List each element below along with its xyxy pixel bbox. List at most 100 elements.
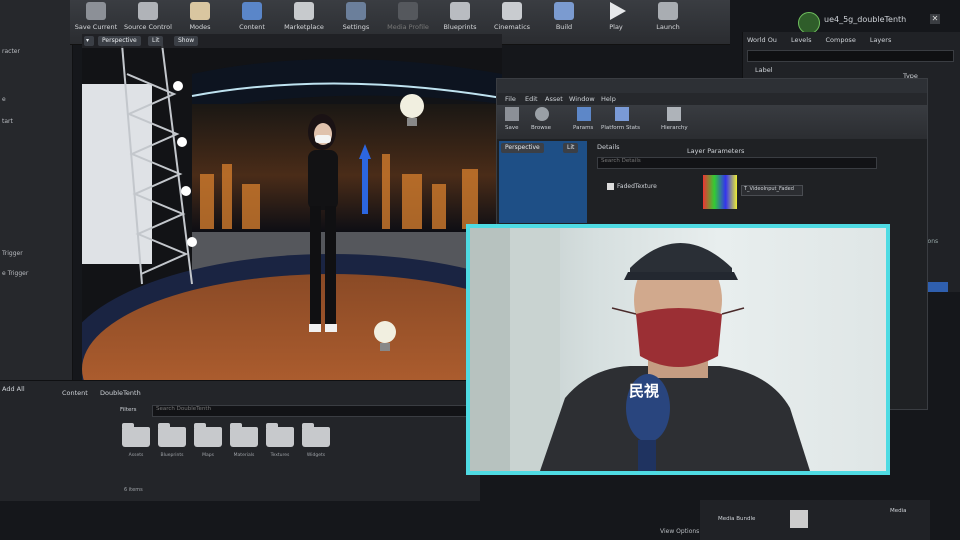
media-profile-button[interactable]: Media Profile xyxy=(382,0,434,31)
mode-item[interactable]: racter xyxy=(2,48,20,55)
marketplace-icon xyxy=(294,2,314,20)
viewport-toolbar: ▾ Perspective Lit Show xyxy=(82,34,502,48)
param-checkbox[interactable] xyxy=(607,183,614,190)
outliner-tabs: World Ou Levels Compose Layers xyxy=(747,36,891,44)
launch-button[interactable]: Launch xyxy=(642,0,694,31)
folder-label: Textures xyxy=(270,453,290,458)
folder-label: Materials xyxy=(233,453,255,458)
source-control-button[interactable]: Source Control xyxy=(122,0,174,31)
blueprints-button[interactable]: Blueprints xyxy=(434,0,486,31)
save-button[interactable]: Save xyxy=(505,125,519,131)
folder-label: Maps xyxy=(202,453,214,458)
cinematics-button[interactable]: Cinematics xyxy=(486,0,538,31)
save-icon[interactable] xyxy=(505,107,519,121)
param-name: FadedTexture xyxy=(617,183,657,190)
close-icon[interactable]: ✕ xyxy=(930,14,940,24)
texture-dropdown[interactable]: T_VideoInput_Faded xyxy=(741,185,803,196)
breadcrumb-doubletenth[interactable]: DoubleTenth xyxy=(100,389,141,397)
outliner-search-input[interactable] xyxy=(747,50,954,62)
marketplace-button[interactable]: Marketplace xyxy=(278,0,330,31)
tab-world-outliner[interactable]: World Ou xyxy=(747,36,777,44)
editor-titlebar xyxy=(497,79,927,93)
folder-icon[interactable] xyxy=(122,423,150,447)
folder-label: Widgets xyxy=(306,453,326,458)
media-profile-icon xyxy=(398,2,418,20)
folder-icon[interactable] xyxy=(230,423,258,447)
tab-composure[interactable]: Compose xyxy=(825,36,855,44)
project-name: ue4_5g_doubleTenth xyxy=(824,15,907,24)
preview-perspective-button[interactable]: Perspective xyxy=(501,143,544,153)
tab-levels[interactable]: Levels xyxy=(791,36,812,44)
view-options-button[interactable]: View Options xyxy=(660,528,699,535)
label-column-header[interactable]: Label xyxy=(755,66,773,74)
level-viewport[interactable]: ▾ Perspective Lit Show xyxy=(82,34,502,392)
platform-stats-button[interactable]: Platform Stats xyxy=(601,125,640,131)
params-button[interactable]: Params xyxy=(573,125,593,131)
media-bundle-label: Media Bundle xyxy=(718,516,756,522)
save-current-button[interactable]: Save Current xyxy=(70,0,122,31)
launch-icon xyxy=(658,2,678,20)
perspective-button[interactable]: Perspective xyxy=(98,36,141,46)
play-icon xyxy=(610,2,626,20)
settings-button[interactable]: Settings xyxy=(330,0,382,31)
mode-item[interactable]: e Trigger xyxy=(2,270,28,277)
folder-icon[interactable] xyxy=(158,423,186,447)
interview-inset: 民視 xyxy=(466,224,890,475)
gear-icon xyxy=(346,2,366,20)
menu-help[interactable]: Help xyxy=(601,95,616,103)
media-bundle-panel: Media Bundle Media xyxy=(700,500,930,540)
menu-window[interactable]: Window xyxy=(569,95,595,103)
browse-button[interactable]: Browse xyxy=(531,125,551,131)
content-search-input[interactable]: Search DoubleTenth xyxy=(152,405,467,417)
browse-icon[interactable] xyxy=(535,107,549,121)
save-icon xyxy=(86,2,106,20)
build-button[interactable]: Build xyxy=(538,0,590,31)
filters-button[interactable]: Filters xyxy=(120,407,137,413)
mode-item[interactable]: tart xyxy=(2,118,13,125)
lit-button[interactable]: Lit xyxy=(148,36,164,46)
editor-menu-bar: File Edit Asset Window Help xyxy=(497,93,927,105)
mode-item[interactable]: Trigger xyxy=(2,250,23,257)
source-control-icon xyxy=(138,2,158,20)
folder-icon[interactable] xyxy=(302,423,330,447)
viewport-menu-icon[interactable]: ▾ xyxy=(84,36,94,46)
material-preview-viewport[interactable]: Perspective Lit xyxy=(499,141,587,223)
media-label: Media xyxy=(890,508,907,514)
modes-panel: racter e tart Trigger e Trigger xyxy=(0,0,73,380)
virtual-studio-scene xyxy=(82,34,502,392)
texture-thumbnail[interactable] xyxy=(703,175,737,209)
interviewee-image xyxy=(470,228,810,471)
tab-layer-parameters[interactable]: Layer Parameters xyxy=(687,147,744,155)
params-icon[interactable] xyxy=(577,107,591,121)
details-search-input[interactable]: Search Details xyxy=(597,157,877,169)
tab-details[interactable]: Details xyxy=(597,143,620,151)
folder-icon[interactable] xyxy=(266,423,294,447)
modes-button[interactable]: Modes xyxy=(174,0,226,31)
menu-edit[interactable]: Edit xyxy=(525,95,538,103)
show-button[interactable]: Show xyxy=(174,36,199,46)
breadcrumb-content[interactable]: Content xyxy=(62,389,88,397)
build-icon xyxy=(554,2,574,20)
platform-stats-icon[interactable] xyxy=(615,107,629,121)
menu-file[interactable]: File xyxy=(505,95,516,103)
add-all-button[interactable]: Add All xyxy=(2,385,25,393)
item-count: 6 items xyxy=(124,487,143,493)
clapper-icon xyxy=(502,2,522,20)
folder-label: Assets xyxy=(128,453,144,458)
folder-label: Blueprints xyxy=(160,453,184,458)
content-browser: Add All Content DoubleTenth Filters Sear… xyxy=(0,380,480,501)
folder-icon[interactable] xyxy=(194,423,222,447)
mic-logo: 民視 xyxy=(628,382,659,400)
project-logo-icon xyxy=(798,12,820,34)
media-bundle-thumbnail[interactable] xyxy=(790,510,808,528)
play-button[interactable]: Play xyxy=(590,0,642,31)
preview-lit-button[interactable]: Lit xyxy=(563,143,579,153)
tab-layers[interactable]: Layers xyxy=(870,36,892,44)
hierarchy-icon[interactable] xyxy=(667,107,681,121)
hierarchy-button[interactable]: Hierarchy xyxy=(661,125,688,131)
content-icon xyxy=(242,2,262,20)
menu-asset[interactable]: Asset xyxy=(545,95,563,103)
content-button[interactable]: Content xyxy=(226,0,278,31)
mode-item[interactable]: e xyxy=(2,96,6,103)
blueprints-icon xyxy=(450,2,470,20)
